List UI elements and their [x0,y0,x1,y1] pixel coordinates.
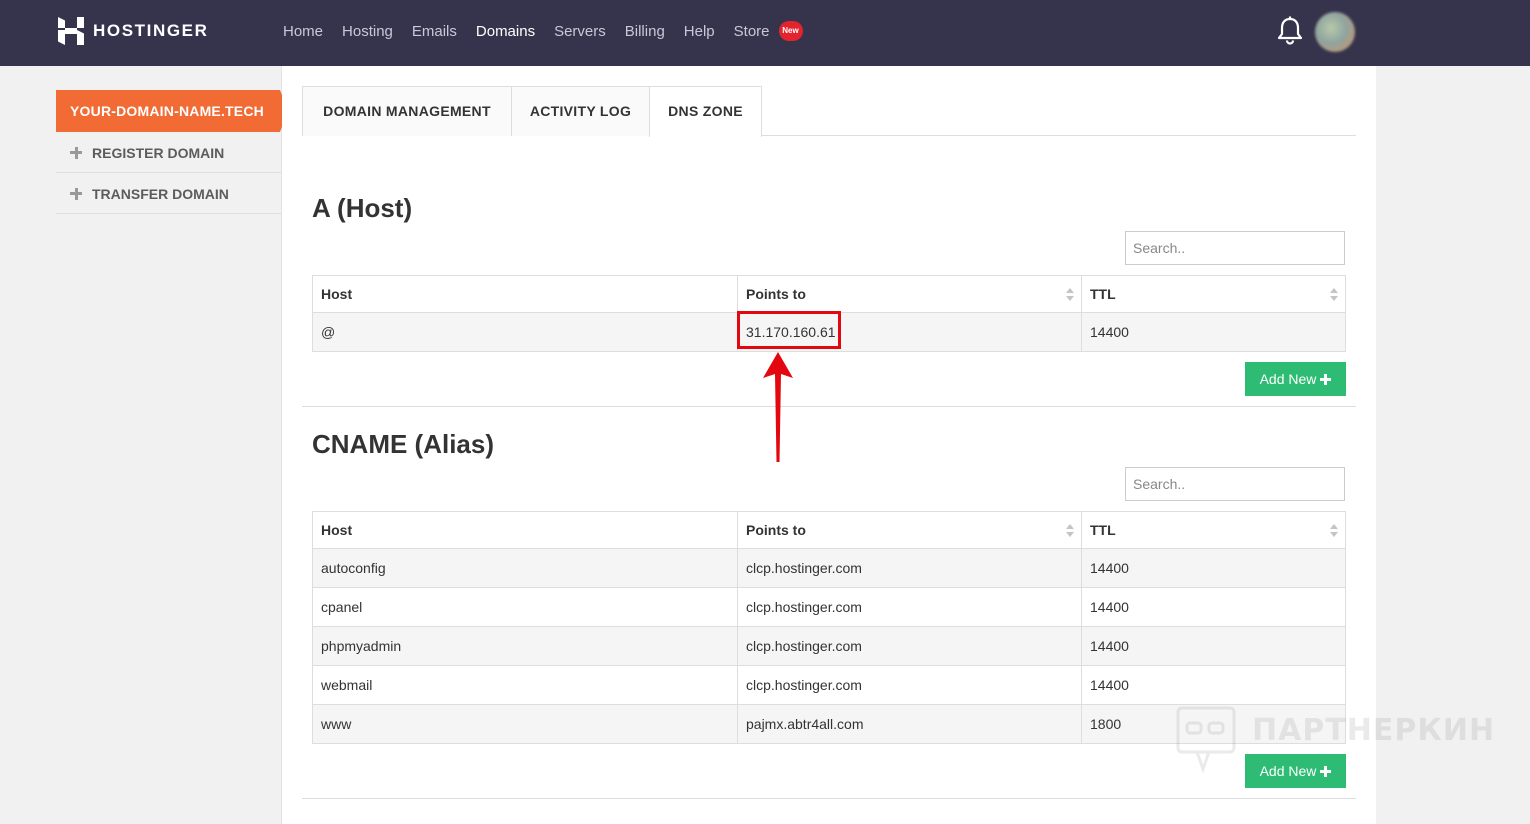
nav-home[interactable]: Home [283,23,323,40]
ttl-cell: 14400 [1081,548,1346,588]
table-row[interactable]: phpmyadmin clcp.hostinger.com 14400 [312,626,1346,666]
brand-name: HOSTINGER [93,21,209,40]
cname-records-title: CNAME (Alias) [312,429,495,459]
watermark: ПАРТНЕРКИН [1175,705,1494,775]
nav-help[interactable]: Help [684,23,715,40]
section-divider [302,798,1356,799]
tab-domain-management[interactable]: DOMAIN MANAGEMENT [302,86,512,136]
host-cell: cpanel [312,587,738,627]
column-header-host[interactable]: Host [312,511,738,549]
host-cell: @ [312,312,738,352]
plus-icon [70,187,82,200]
sidebar-item-register-domain[interactable]: REGISTER DOMAIN [56,133,282,173]
plus-icon [70,146,82,159]
host-cell: www [312,704,738,744]
sort-icon[interactable] [1330,524,1338,538]
table-row[interactable]: cpanel clcp.hostinger.com 14400 [312,587,1346,627]
nav-domains[interactable]: Domains [476,23,535,40]
top-navigation-bar: HOSTINGER Home Hosting Emails Domains Se… [0,0,1530,66]
sort-icon[interactable] [1066,288,1074,302]
annotation-highlight-box [737,311,841,349]
add-button-label: Add New [1259,371,1317,387]
sort-icon[interactable] [1330,288,1338,302]
column-header-label: TTL [1090,522,1116,538]
host-cell: phpmyadmin [312,626,738,666]
new-badge: New [778,21,803,41]
tab-dns-zone[interactable]: DNS ZONE [649,86,762,137]
ttl-cell: 14400 [1081,587,1346,627]
points-to-cell: clcp.hostinger.com [737,626,1082,666]
nav-hosting[interactable]: Hosting [342,23,393,40]
table-header-row: Host Points to TTL [312,511,1346,549]
tab-activity-log[interactable]: ACTIVITY LOG [511,86,650,136]
column-header-ttl[interactable]: TTL [1081,275,1346,313]
host-cell: autoconfig [312,548,738,588]
ttl-cell: 14400 [1081,312,1346,352]
table-row[interactable]: webmail clcp.hostinger.com 14400 [312,665,1346,705]
plus-icon [1320,373,1332,385]
nav-emails[interactable]: Emails [412,23,457,40]
nav-store[interactable]: Store [734,23,770,40]
points-to-cell: clcp.hostinger.com [737,548,1082,588]
column-header-label: Points to [746,286,806,302]
ttl-cell: 14400 [1081,626,1346,666]
add-a-record-button[interactable]: Add New [1245,362,1346,396]
domain-tabs: DOMAIN MANAGEMENT ACTIVITY LOG DNS ZONE [302,86,1356,137]
a-records-search-input[interactable] [1125,231,1345,265]
column-header-ttl[interactable]: TTL [1081,511,1346,549]
points-to-cell: pajmx.abtr4all.com [737,704,1082,744]
annotation-arrow-icon [763,352,793,462]
ttl-cell: 14400 [1081,665,1346,705]
column-header-label: Points to [746,522,806,538]
nav-billing[interactable]: Billing [625,23,665,40]
column-header-points-to[interactable]: Points to [737,275,1082,313]
sidebar: YOUR-DOMAIN-NAME.TECH REGISTER DOMAIN TR… [56,66,288,824]
table-header-row: Host Points to TTL [312,275,1346,313]
host-cell: webmail [312,665,738,705]
watermark-logo-icon [1176,706,1236,773]
section-divider [302,406,1356,407]
sidebar-item-transfer-domain[interactable]: TRANSFER DOMAIN [56,174,282,214]
bell-icon[interactable] [1276,16,1304,46]
sidebar-domain-item[interactable]: YOUR-DOMAIN-NAME.TECH [56,90,288,132]
points-to-cell: clcp.hostinger.com [737,587,1082,627]
hostinger-logo-icon [58,17,84,45]
table-row[interactable]: autoconfig clcp.hostinger.com 14400 [312,548,1346,588]
column-header-label: TTL [1090,286,1116,302]
watermark-text: ПАРТНЕРКИН [1252,713,1496,748]
column-header-points-to[interactable]: Points to [737,511,1082,549]
a-records-title: A (Host) [312,193,413,223]
points-to-cell: clcp.hostinger.com [737,665,1082,705]
sidebar-item-label: REGISTER DOMAIN [92,144,225,161]
column-header-host[interactable]: Host [312,275,738,313]
sort-icon[interactable] [1066,524,1074,538]
sidebar-item-label: TRANSFER DOMAIN [92,185,229,202]
sidebar-domain-label: YOUR-DOMAIN-NAME.TECH [70,103,264,119]
column-header-label: Host [321,522,353,538]
hostinger-logo[interactable]: HOSTINGER [58,17,208,45]
main-nav: Home Hosting Emails Domains Servers Bill… [283,0,803,62]
cname-records-search-input[interactable] [1125,467,1345,501]
user-avatar[interactable] [1315,12,1355,52]
column-header-label: Host [321,286,353,302]
nav-servers[interactable]: Servers [554,23,606,40]
